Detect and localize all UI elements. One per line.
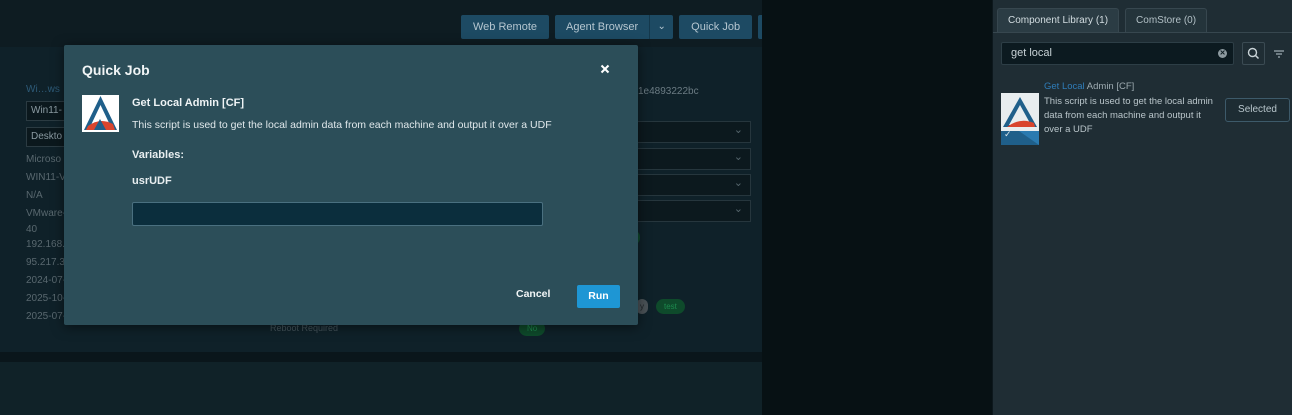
sidebar-tabs: Component Library (1) ComStore (0) (997, 8, 1208, 32)
detail-value: N/A (26, 190, 43, 201)
detail-value: 2025-10- (26, 293, 64, 304)
search-icon (1247, 47, 1260, 60)
tab-component-library[interactable]: Component Library (1) (997, 8, 1120, 32)
component-title: Get Local Admin [CF] (1044, 81, 1134, 92)
clear-icon[interactable]: ✕ (1218, 49, 1227, 58)
setting-select[interactable] (636, 174, 751, 196)
detail-value: 2025-07- (26, 311, 64, 322)
status-badge: test (656, 299, 685, 314)
component-result[interactable]: ✓ Get Local Admin [CF] This script is us… (1001, 80, 1291, 150)
chevron-down-icon[interactable]: ⌄ (649, 15, 673, 39)
detail-value: VMware- (26, 208, 64, 219)
dialog-title: Quick Job (82, 62, 150, 78)
panel-divider (0, 352, 762, 362)
search-input[interactable] (1011, 47, 1216, 59)
component-sidebar: Component Library (1) ComStore (0) ✕ (992, 0, 1292, 415)
tab-comstore[interactable]: ComStore (0) (1125, 8, 1208, 32)
component-description: This script is used to get the local adm… (1044, 96, 1213, 135)
device-details-column: Wi…ws Win11- Deskto Microso WIN11-V N/A … (26, 84, 68, 326)
detail-value: 2024-07- (26, 275, 64, 286)
filter-icon[interactable] (1271, 46, 1287, 62)
quick-job-button[interactable]: Quick Job (679, 15, 753, 39)
check-icon: ✓ (1004, 129, 1012, 139)
job-logo (82, 95, 119, 132)
detail-value: WIN11-V (26, 172, 64, 183)
web-remote-button[interactable]: Web Remote (461, 15, 549, 39)
run-button[interactable]: Run (577, 285, 620, 308)
screen: Web Remote Agent Browser ⌄ Quick Job ⋮ W… (0, 0, 1292, 415)
device-toolbar: Web Remote Agent Browser ⌄ Quick Job ⋮ (461, 15, 783, 39)
hostname-field[interactable]: Win11- (26, 101, 68, 121)
lower-panel (0, 362, 762, 415)
variable-label: usrUDF (132, 175, 172, 187)
setting-select[interactable] (636, 121, 751, 143)
device-type-field[interactable]: Deskto (26, 127, 68, 147)
selected-button[interactable]: Selected (1225, 98, 1290, 122)
agent-browser-button[interactable]: Agent Browser ⌄ (555, 15, 674, 39)
search-button[interactable] (1242, 42, 1265, 65)
job-description: This script is used to get the local adm… (132, 119, 552, 131)
detail-value: 192.168. (26, 239, 64, 250)
component-logo: ✓ (1001, 93, 1039, 145)
tab-divider (993, 32, 1292, 33)
setting-select[interactable] (636, 148, 751, 170)
title-rest: Admin [CF] (1084, 81, 1135, 92)
detail-value: 40 (26, 224, 38, 235)
cancel-button[interactable]: Cancel (516, 288, 550, 300)
component-search: ✕ (1001, 42, 1234, 65)
detail-value: 95.217.3 (26, 257, 64, 268)
quick-job-dialog: Quick Job Get Local Admin [CF] This scri… (64, 45, 638, 325)
detail-value: Microso (26, 154, 62, 165)
setting-select[interactable] (636, 200, 751, 222)
title-highlight: Get Local (1044, 81, 1085, 92)
os-link[interactable]: Wi…ws (26, 84, 68, 95)
variables-heading: Variables: (132, 149, 184, 161)
close-icon[interactable] (598, 62, 612, 76)
job-name: Get Local Admin [CF] (132, 97, 245, 109)
usrudf-input[interactable] (132, 202, 543, 226)
device-id: 1e4893222bc (638, 86, 699, 97)
agent-browser-label: Agent Browser (566, 21, 639, 33)
overlay-gap (762, 0, 992, 415)
